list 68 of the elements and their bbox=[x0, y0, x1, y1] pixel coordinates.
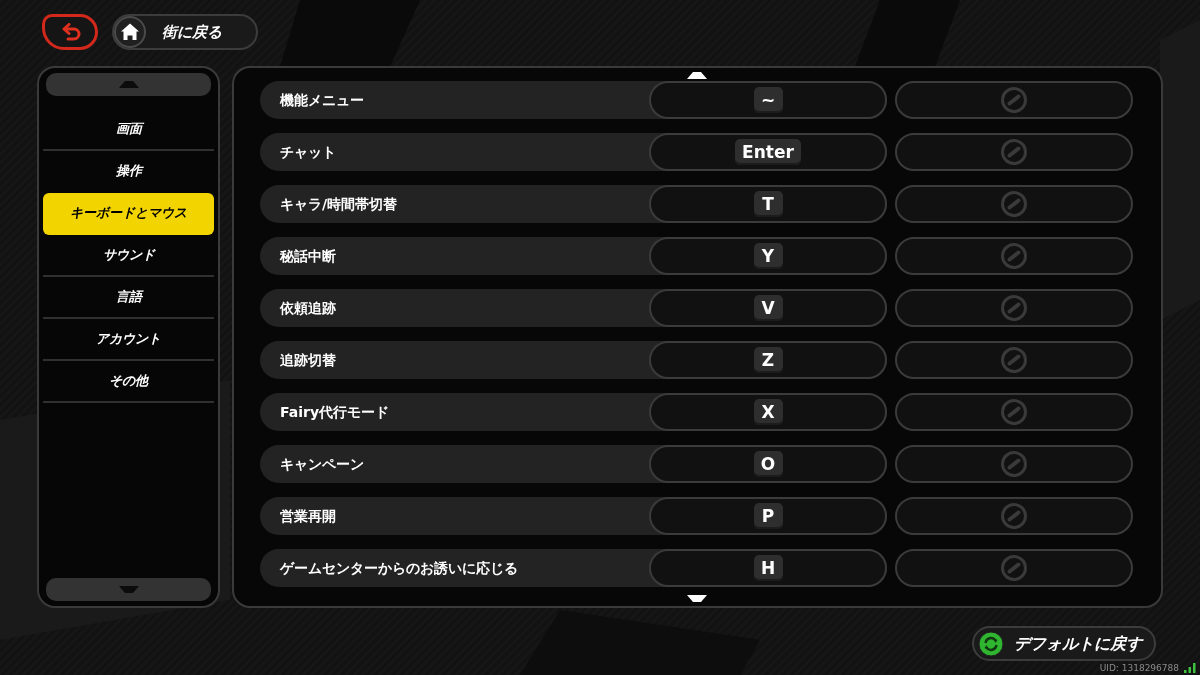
key-binding-slot[interactable]: Y bbox=[649, 237, 887, 275]
action-label: キャラ/時間帯切替 bbox=[279, 194, 399, 214]
circle-slash-icon bbox=[1001, 451, 1027, 477]
keycap: Z bbox=[753, 347, 783, 373]
uid-text: UID: 1318296788 bbox=[1099, 663, 1179, 673]
key-binding-slot[interactable]: H bbox=[649, 549, 887, 587]
scroll-down-button[interactable] bbox=[46, 578, 211, 601]
category-item[interactable]: その他 bbox=[43, 361, 214, 403]
action-label: キャンペーン bbox=[279, 454, 365, 474]
signal-icon bbox=[1184, 663, 1196, 673]
circle-slash-icon bbox=[1001, 503, 1027, 529]
key-binding-slot[interactable] bbox=[895, 445, 1133, 483]
keycap: P bbox=[753, 503, 783, 529]
circle-slash-icon bbox=[1001, 87, 1027, 113]
key-binding-slot[interactable]: V bbox=[649, 289, 887, 327]
action-label: ゲームセンターからのお誘いに応じる bbox=[279, 558, 519, 578]
key-binding-slot[interactable]: Enter bbox=[649, 133, 887, 171]
key-binding-slot[interactable] bbox=[895, 289, 1133, 327]
circle-slash-icon bbox=[1001, 295, 1027, 321]
key-binding-slot[interactable]: Z bbox=[649, 341, 887, 379]
circle-slash-icon bbox=[1001, 347, 1027, 373]
action-label: 機能メニュー bbox=[279, 90, 365, 110]
keycap: O bbox=[753, 451, 783, 477]
circle-slash-icon bbox=[1001, 399, 1027, 425]
return-arrow-icon bbox=[62, 23, 82, 41]
category-item[interactable]: 画面 bbox=[43, 109, 214, 151]
keycap: V bbox=[753, 295, 783, 321]
category-item[interactable]: アカウント bbox=[43, 319, 214, 361]
category-item[interactable]: 言語 bbox=[43, 277, 214, 319]
action-label: Fairy代行モード bbox=[279, 402, 391, 422]
key-binding-slot[interactable] bbox=[895, 393, 1133, 431]
circle-slash-icon bbox=[1001, 555, 1027, 581]
keycap: Y bbox=[753, 243, 783, 269]
key-binding-slot[interactable] bbox=[895, 549, 1133, 587]
action-label: 依頼追跡 bbox=[279, 298, 337, 318]
key-binding-slot[interactable] bbox=[895, 185, 1133, 223]
key-binding-slot[interactable]: T bbox=[649, 185, 887, 223]
reset-default-button[interactable]: デフォルトに戻す bbox=[972, 626, 1156, 661]
category-item[interactable]: 操作 bbox=[43, 151, 214, 193]
key-binding-slot[interactable] bbox=[895, 341, 1133, 379]
circle-slash-icon bbox=[1001, 139, 1027, 165]
circle-slash-icon bbox=[1001, 191, 1027, 217]
refresh-icon bbox=[978, 630, 1004, 657]
scroll-up-button[interactable] bbox=[46, 73, 211, 96]
keycap: ~ bbox=[753, 87, 783, 113]
action-label: 営業再開 bbox=[279, 506, 337, 526]
home-icon bbox=[114, 16, 146, 48]
key-binding-slot[interactable] bbox=[895, 237, 1133, 275]
key-binding-slot[interactable] bbox=[895, 497, 1133, 535]
category-item[interactable]: キーボードとマウス bbox=[43, 193, 214, 235]
caret-down-icon[interactable] bbox=[686, 595, 707, 602]
keycap: T bbox=[753, 191, 783, 217]
action-label: 追跡切替 bbox=[279, 350, 337, 370]
circle-slash-icon bbox=[1001, 243, 1027, 269]
town-button[interactable]: 街に戻る bbox=[112, 14, 258, 50]
action-label: 秘話中断 bbox=[278, 246, 337, 266]
keycap: Enter bbox=[735, 139, 801, 165]
caret-up-icon[interactable] bbox=[686, 72, 707, 79]
key-binding-slot[interactable]: P bbox=[649, 497, 887, 535]
keycap: X bbox=[753, 399, 783, 425]
category-item[interactable]: サウンド bbox=[43, 235, 214, 277]
keycap: H bbox=[753, 555, 783, 581]
action-label: チャット bbox=[279, 142, 337, 162]
key-binding-slot[interactable]: O bbox=[649, 445, 887, 483]
key-binding-slot[interactable]: ~ bbox=[649, 81, 887, 119]
key-binding-slot[interactable] bbox=[895, 133, 1133, 171]
key-binding-slot[interactable] bbox=[895, 81, 1133, 119]
key-binding-slot[interactable]: X bbox=[649, 393, 887, 431]
